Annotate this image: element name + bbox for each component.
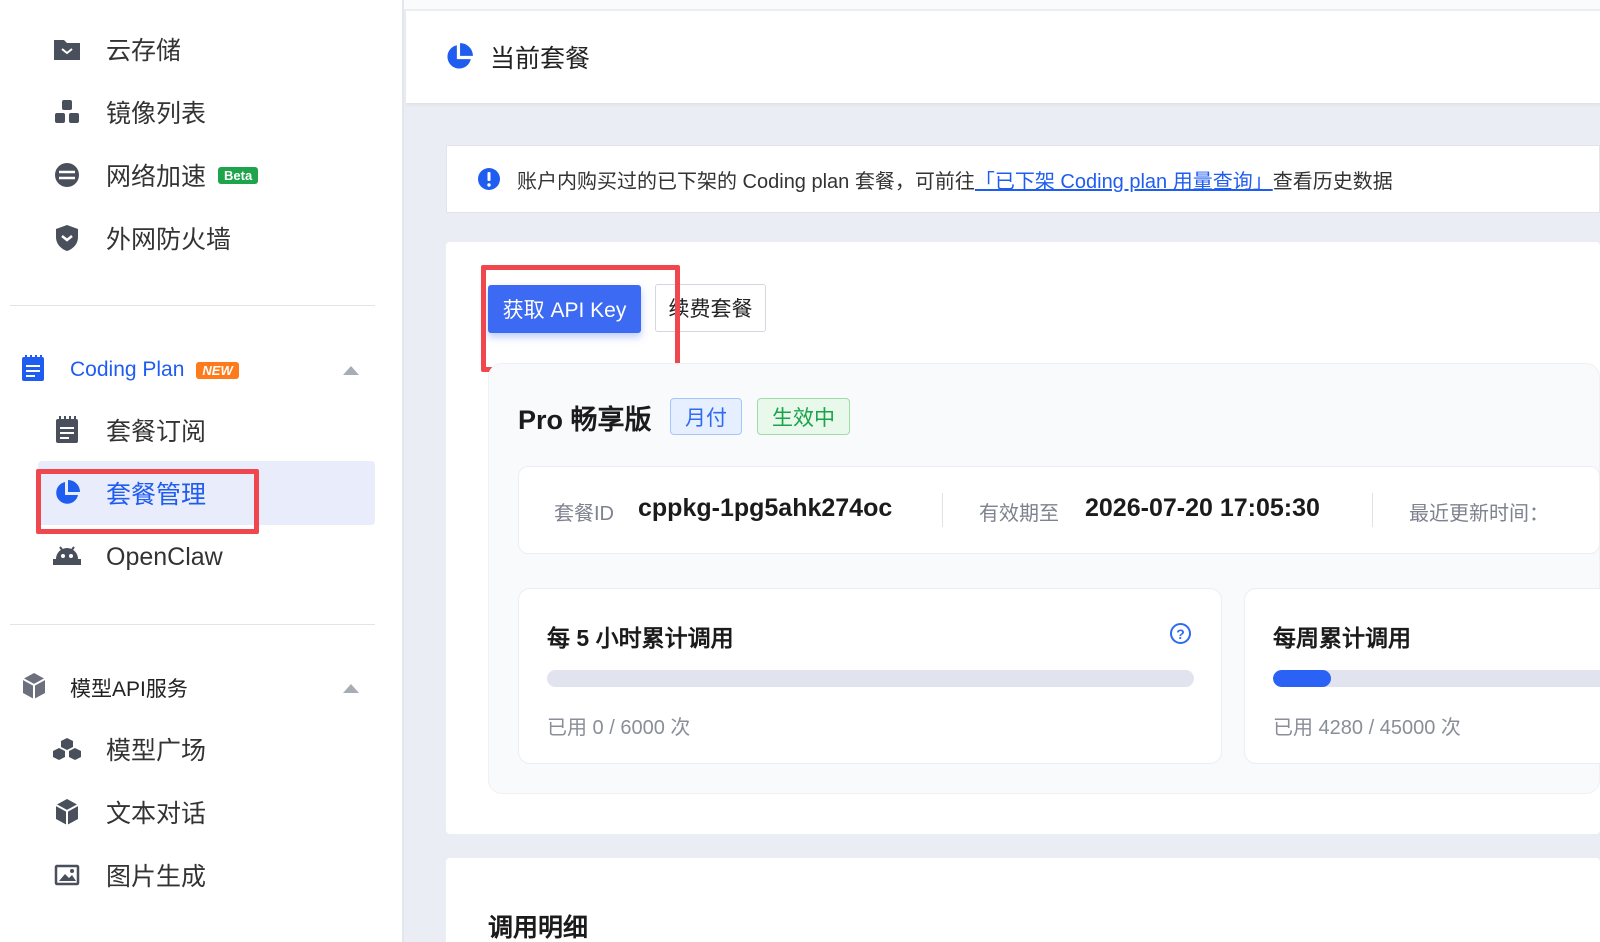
renew-plan-button[interactable]: 续费套餐 [655, 284, 766, 332]
expiry-label: 有效期至 [979, 503, 1059, 525]
info-divider [1372, 493, 1373, 527]
section-title: 调用明细 [488, 914, 589, 942]
sidebar-item-cloud-storage[interactable]: 云存储 [38, 17, 375, 81]
expiry-value: 2026-07-20 17:05:30 [1085, 494, 1320, 522]
sidebar-item-plan-subscribe[interactable]: 套餐订阅 [38, 398, 375, 462]
sidebar-group-model-api[interactable]: 模型API服务 [20, 663, 375, 713]
last-updated-label: 最近更新时间： [1409, 503, 1549, 525]
sidebar-group-label: 模型API服务 [70, 678, 188, 701]
sidebar-item-label: 套餐订阅 [106, 418, 207, 446]
sidebar-group-coding-plan[interactable]: Coding Plan NEW [20, 345, 375, 395]
sidebar-divider [10, 624, 375, 625]
usage-card-weekly: 每周累计调用 已用 4280 / 45000 次 [1244, 588, 1600, 764]
sidebar-item-label: 文本对话 [106, 800, 207, 828]
sidebar-item-images[interactable]: 镜像列表 [38, 80, 375, 144]
sidebar-item-text-chat[interactable]: 文本对话 [38, 780, 375, 844]
beta-badge: Beta [218, 166, 259, 184]
sidebar-item-plan-manage[interactable]: 套餐管理 [38, 461, 375, 525]
sidebar-item-model-plaza[interactable]: 模型广场 [38, 717, 375, 781]
pie-chart-icon [444, 42, 474, 72]
usage-count: 已用 4280 / 45000 次 [1273, 717, 1461, 739]
image-icon [52, 860, 82, 890]
sidebar-item-label: 图片生成 [106, 863, 207, 891]
network-icon [52, 160, 82, 190]
chevron-up-icon[interactable] [343, 365, 359, 375]
usage-title: 每 5 小时累计调用 [547, 625, 734, 651]
notepad-icon [20, 353, 48, 388]
get-api-key-button[interactable]: 获取 API Key [488, 285, 641, 333]
notice-text: 账户内购买过的已下架的 Coding plan 套餐，可前往 [517, 170, 975, 193]
page-title: 当前套餐 [490, 45, 591, 73]
usage-title: 每周累计调用 [1273, 625, 1411, 651]
sidebar-item-network-accel[interactable]: 网络加速 Beta [38, 143, 375, 207]
sidebar-item-label: 网络加速 [106, 163, 207, 191]
sidebar-item-label: 云存储 [106, 37, 182, 65]
usage-progress-track [547, 670, 1194, 687]
cubes-cluster-icon [52, 734, 82, 764]
usage-count: 已用 0 / 6000 次 [547, 717, 691, 739]
box-icon [20, 671, 48, 706]
chevron-up-icon[interactable] [343, 683, 359, 693]
info-divider [942, 493, 943, 527]
plan-name: Pro 畅享版 [518, 405, 652, 435]
android-icon [52, 542, 82, 572]
discontinued-usage-link[interactable]: 「已下架 Coding plan 用量查询」 [975, 165, 1273, 194]
new-badge: NEW [196, 361, 239, 379]
sidebar-divider [10, 305, 375, 306]
usage-card-5h: 每 5 小时累计调用 ? 已用 0 / 6000 次 [518, 588, 1222, 764]
sidebar-item-label: 镜像列表 [106, 100, 207, 128]
page-header: 当前套餐 [406, 11, 1600, 103]
notepad-icon [52, 415, 82, 445]
sidebar-item-label: OpenClaw [106, 542, 223, 571]
sidebar-item-firewall[interactable]: 外网防火墙 [38, 206, 375, 270]
cubes-icon [52, 97, 82, 127]
sidebar-item-openclaw[interactable]: OpenClaw [38, 525, 375, 589]
call-details-card: 调用明细 [446, 858, 1600, 942]
sidebar: 云存储 镜像列表 网络加速 Beta 外网防火墙 Coding Plan NEW… [0, 0, 404, 942]
sidebar-item-label: 套餐管理 [106, 481, 207, 509]
pie-chart-icon [52, 478, 82, 508]
shield-icon [52, 223, 82, 253]
sidebar-item-label: 模型广场 [106, 737, 207, 765]
notice-text-after: 查看历史数据 [1272, 170, 1393, 193]
sidebar-item-label: 外网防火墙 [106, 226, 232, 254]
sidebar-group-label: Coding Plan [70, 358, 185, 381]
info-notice: 账户内购买过的已下架的 Coding plan 套餐，可前往 「已下架 Codi… [446, 145, 1600, 213]
sidebar-item-image-gen[interactable]: 图片生成 [38, 843, 375, 907]
plan-id-label: 套餐ID [554, 503, 614, 525]
billing-tag: 月付 [670, 398, 742, 435]
box-icon [52, 797, 82, 827]
plan-id-value: cppkg-1pg5ahk274oc [638, 494, 893, 522]
help-icon[interactable]: ? [1170, 623, 1191, 644]
info-icon [477, 167, 501, 191]
usage-progress-fill [1273, 670, 1332, 687]
folder-icon [52, 34, 82, 64]
status-badge: 生效中 [757, 398, 850, 435]
usage-progress-track [1273, 670, 1600, 687]
